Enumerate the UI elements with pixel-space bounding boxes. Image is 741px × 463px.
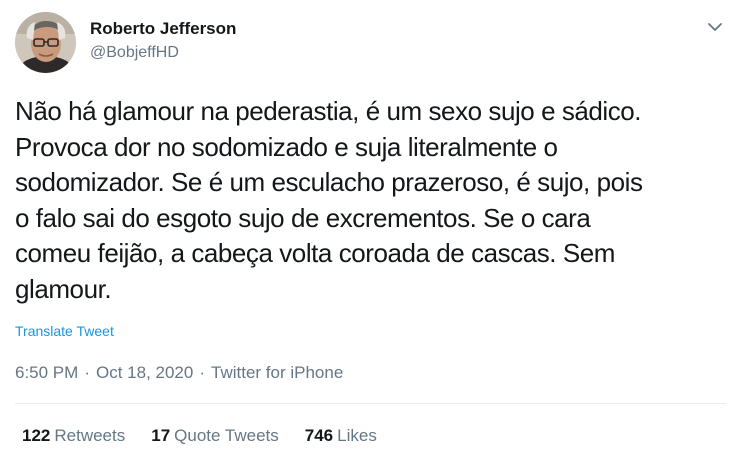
retweets-label: Retweets bbox=[54, 426, 126, 445]
tweet-text: Não há glamour na pederastia, é um sexo … bbox=[15, 94, 730, 307]
tweet-date[interactable]: Oct 18, 2020 bbox=[96, 363, 193, 382]
tweet-text-line: o falo sai do esgoto sujo de excrementos… bbox=[15, 202, 591, 233]
retweets-count: 122 bbox=[22, 426, 51, 445]
likes-label: Likes bbox=[337, 426, 377, 445]
divider bbox=[15, 403, 726, 404]
retweets-stat[interactable]: 122 Retweets bbox=[22, 426, 125, 446]
quote-tweets-label: Quote Tweets bbox=[174, 426, 279, 445]
author-handle[interactable]: @BobjeffHD bbox=[90, 44, 179, 62]
tweet-text-line: Não há glamour na pederastia, é um sexo … bbox=[15, 96, 642, 126]
quote-tweets-count: 17 bbox=[151, 426, 171, 445]
avatar[interactable] bbox=[15, 12, 76, 73]
user-photo-icon bbox=[15, 12, 76, 73]
tweet-text-line: sodomizador. Se é um esculacho prazeroso… bbox=[15, 167, 643, 197]
tweet-stats: 122 Retweets 17 Quote Tweets 746 Likes bbox=[22, 426, 403, 446]
likes-stat[interactable]: 746 Likes bbox=[305, 426, 377, 446]
tweet-meta: 6:50 PM · Oct 18, 2020 · Twitter for iPhone bbox=[15, 363, 343, 383]
likes-count: 746 bbox=[304, 426, 334, 445]
quote-tweets-stat[interactable]: 17 Quote Tweets bbox=[151, 426, 279, 446]
author-name[interactable]: Roberto Jefferson bbox=[90, 19, 236, 39]
tweet-source[interactable]: Twitter for iPhone bbox=[211, 363, 343, 382]
tweet-card: Roberto Jefferson @BobjeffHD Não há glam… bbox=[0, 0, 741, 463]
tweet-text-line: Provoca dor no sodomizado e suja literal… bbox=[15, 131, 558, 162]
meta-separator: · bbox=[199, 363, 205, 382]
tweet-text-line: glamour. bbox=[15, 273, 112, 304]
tweet-text-line: comeu feijão, a cabeça volta coroada de … bbox=[15, 238, 615, 268]
tweet-time[interactable]: 6:50 PM bbox=[15, 363, 78, 382]
chevron-down-icon[interactable] bbox=[705, 19, 725, 35]
meta-separator: · bbox=[84, 363, 90, 382]
translate-tweet-link[interactable]: Translate Tweet bbox=[15, 323, 114, 339]
